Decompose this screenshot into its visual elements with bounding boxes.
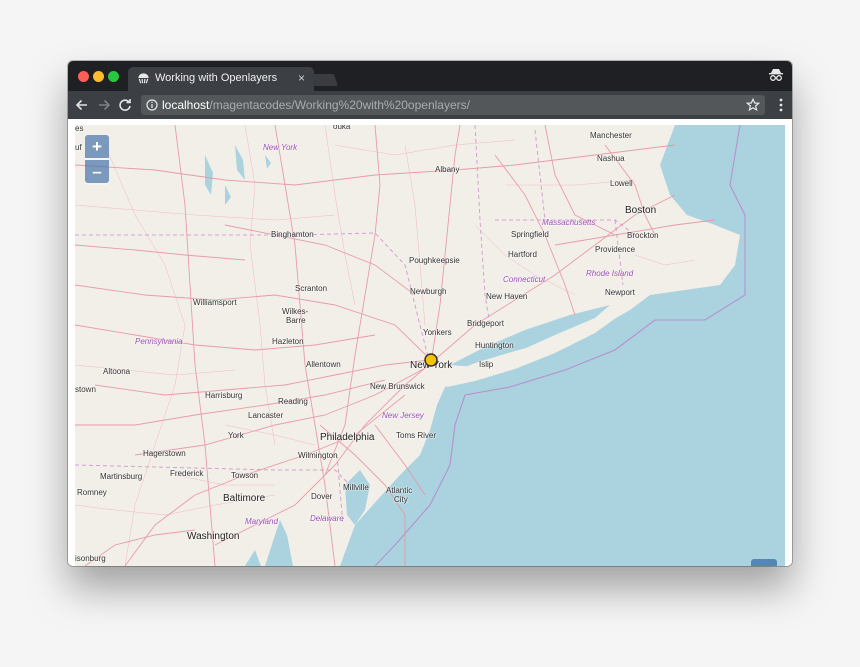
arrow-left-icon[interactable] — [75, 98, 89, 112]
vertical-dots-icon[interactable] — [778, 98, 784, 112]
map-label: Rhode Island — [586, 269, 634, 278]
incognito-icon[interactable] — [768, 67, 784, 83]
map-label: Williamsport — [193, 298, 237, 307]
openlayers-favicon-icon — [138, 73, 149, 84]
map-label: stown — [75, 385, 96, 394]
map-label: Lancaster — [248, 411, 284, 420]
new-tab-button[interactable] — [309, 74, 339, 86]
map-label: Dover — [311, 492, 333, 501]
info-icon[interactable] — [146, 99, 158, 111]
map-label: isonburg — [75, 554, 106, 563]
map-label: York — [228, 431, 244, 440]
map-label: Binghamton — [271, 230, 314, 239]
map-label: Huntington — [475, 341, 514, 350]
title-bar: Working with Openlayers × — [68, 61, 792, 91]
browser-tab[interactable]: Working with Openlayers × — [128, 67, 314, 91]
map-label: Wilkes- — [282, 307, 309, 316]
map-label: ouka — [333, 125, 351, 131]
map-label: New Haven — [486, 292, 528, 301]
star-icon[interactable] — [746, 98, 760, 112]
map-label: Brockton — [627, 231, 659, 240]
map-label: New Brunswick — [370, 382, 425, 391]
map-label: Nashua — [597, 154, 625, 163]
map-label: Reading — [278, 397, 308, 406]
arrow-right-icon[interactable] — [97, 98, 111, 112]
minimize-window-button[interactable] — [93, 71, 104, 82]
tab-title: Working with Openlayers — [155, 72, 278, 84]
attribution-button[interactable] — [751, 559, 777, 566]
map-label: Hazleton — [272, 337, 304, 346]
zoom-control: + – — [85, 135, 109, 185]
map-label: Philadelphia — [320, 432, 375, 443]
browser-window: Working with Openlayers × localhost/mage… — [68, 61, 792, 566]
map-label: Scranton — [295, 284, 328, 293]
map-label: Allentown — [306, 360, 341, 369]
map-label: Martinsburg — [100, 472, 143, 481]
map-label: Atlantic — [386, 486, 413, 495]
map-label: Frederick — [170, 469, 204, 478]
map-label: Massachusetts — [542, 218, 596, 227]
tab-close-icon[interactable]: × — [298, 71, 305, 85]
map-label: Providence — [595, 245, 636, 254]
map-label: New Jersey — [382, 411, 424, 420]
map-label: uf — [75, 143, 82, 152]
map-label: es — [75, 125, 84, 133]
url-text[interactable]: localhost/magentacodes/Working%20with%20… — [162, 98, 470, 112]
map-label: Lowell — [610, 179, 633, 188]
map-label: Springfield — [511, 230, 549, 239]
zoom-in-button[interactable]: + — [85, 135, 109, 158]
map-label: New York — [263, 143, 298, 152]
map-label: Newport — [605, 288, 635, 297]
map-viewport[interactable]: ouka es uf New York Manchester Nashua Lo… — [75, 125, 785, 566]
reload-icon[interactable] — [118, 98, 132, 112]
map-label: Washington — [187, 531, 240, 542]
map-label: Boston — [625, 205, 657, 216]
map-label: City — [394, 495, 408, 504]
map-label: Wilmington — [298, 451, 338, 460]
map-label: Romney — [77, 488, 107, 497]
map-label: Harrisburg — [205, 391, 243, 400]
location-marker-icon[interactable] — [424, 353, 438, 367]
map-label: Hartford — [508, 250, 537, 259]
map-label: Delaware — [310, 514, 344, 523]
map-label: Toms River — [396, 431, 437, 440]
map-label: Connecticut — [503, 275, 546, 284]
map-label: Pennsylvania — [135, 337, 183, 346]
map-label: Newburgh — [410, 287, 447, 296]
url-path: /magentacodes/Working%20with%20openlayer… — [209, 98, 470, 112]
page-content: ouka es uf New York Manchester Nashua Lo… — [68, 119, 792, 566]
map-label: Manchester — [590, 131, 632, 140]
map-label: Millville — [343, 483, 369, 492]
zoom-out-button[interactable]: – — [85, 160, 109, 183]
map-label: Towson — [231, 471, 259, 480]
map-label: Islip — [479, 360, 494, 369]
map-label: Yonkers — [423, 328, 452, 337]
map-label: Poughkeepsie — [409, 256, 460, 265]
map-label: Maryland — [245, 517, 278, 526]
maximize-window-button[interactable] — [108, 71, 119, 82]
map-label: Baltimore — [223, 493, 266, 504]
address-bar[interactable]: localhost/magentacodes/Working%20with%20… — [141, 95, 765, 115]
browser-toolbar: localhost/magentacodes/Working%20with%20… — [68, 91, 792, 119]
map-label: Barre — [286, 316, 306, 325]
map-label: Altoona — [103, 367, 131, 376]
close-window-button[interactable] — [78, 71, 89, 82]
map-label: Hagerstown — [143, 449, 186, 458]
map-label: Bridgeport — [467, 319, 504, 328]
url-host: localhost — [162, 98, 210, 112]
map-label: Albany — [435, 165, 460, 174]
